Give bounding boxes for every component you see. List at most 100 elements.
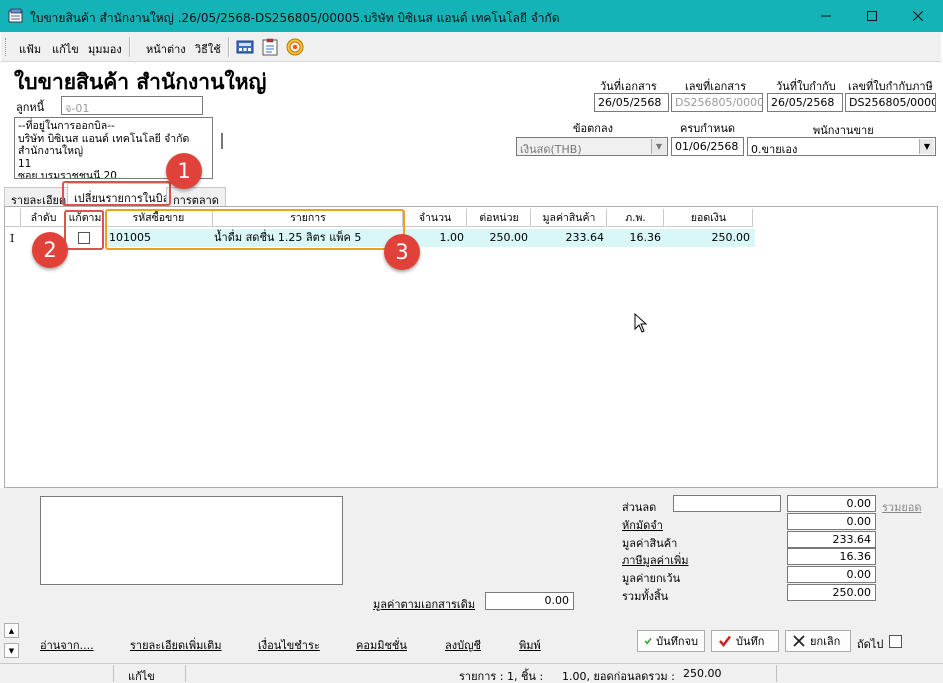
chevron-up-icon: ▲ — [8, 626, 15, 635]
total-label: รวมทั้งสิ้น — [622, 590, 669, 603]
text-cursor-icon: I — [10, 232, 15, 245]
check-icon — [644, 637, 652, 645]
callout-badge: 3 — [384, 234, 420, 270]
debtor-label: ลูกหนี้ — [16, 101, 45, 114]
total-value-field[interactable]: 250.00 — [787, 584, 876, 601]
address-scrollbar[interactable] — [221, 133, 223, 149]
minimize-icon — [821, 15, 831, 17]
status-bar: แก้ไข รายการ : 1, ชิ้น : 1.00, ยอดก่อนลด… — [0, 663, 943, 683]
terms-value: เงินสด(THB) — [520, 143, 582, 156]
scroll-down-button[interactable]: ▼ — [4, 643, 19, 658]
menu-edit[interactable]: แก้ไข — [52, 40, 79, 58]
maximize-button[interactable] — [849, 0, 895, 32]
tax-no-field[interactable]: DS256805/00005 — [845, 93, 936, 112]
deposit-label[interactable]: หักมัดจำ — [622, 516, 663, 534]
menu-window[interactable]: หน้าต่าง — [146, 40, 186, 58]
discount-value[interactable]: 0.00 — [787, 495, 876, 512]
tab-marketing[interactable]: การตลาด — [166, 187, 226, 207]
due-label: ครบกำหนด — [680, 122, 735, 135]
header-vat[interactable]: ภ.พ. — [608, 209, 664, 227]
note-box[interactable] — [40, 496, 343, 585]
cancel-button[interactable]: ยกเลิก — [785, 630, 851, 652]
minimize-button[interactable] — [803, 0, 849, 32]
cell-vat[interactable]: 16.36 — [608, 229, 664, 247]
cross-icon — [793, 635, 805, 647]
goods-value-field[interactable]: 233.64 — [787, 531, 876, 548]
menu-help[interactable]: วิธีใช้ — [195, 40, 221, 58]
discount-label: ส่วนลด — [622, 501, 657, 514]
discount-input[interactable] — [673, 495, 781, 512]
exempt-value-field[interactable]: 0.00 — [787, 566, 876, 583]
save-button[interactable]: บันทึก — [711, 630, 779, 652]
cell-total[interactable]: 250.00 — [665, 229, 753, 247]
header-total[interactable]: ยอดเงิน — [665, 209, 753, 227]
vat-value-field[interactable]: 16.36 — [787, 548, 876, 565]
target-icon[interactable] — [286, 38, 304, 56]
address-line: บริษัท บิซิเนส แอนด์ เทคโนโลยี จำกัด — [18, 132, 190, 145]
separator — [228, 37, 230, 57]
close-button[interactable] — [895, 0, 941, 32]
callout-badge: 2 — [32, 232, 68, 268]
chevron-down-icon[interactable]: ▼ — [651, 139, 666, 154]
cancel-label: ยกเลิก — [810, 635, 841, 648]
status-pieces: 1.00, ยอดก่อนลดรวม : — [562, 670, 675, 683]
cell-goods-value[interactable]: 233.64 — [532, 229, 607, 247]
terms-select[interactable]: เงินสด(THB) ▼ — [516, 137, 668, 156]
deposit-value[interactable]: 0.00 — [787, 513, 876, 530]
doc-date-field[interactable]: 26/05/2568 — [594, 93, 669, 112]
save-close-button[interactable]: บันทึกจบ — [637, 630, 705, 652]
status-divider — [776, 665, 777, 682]
post-link[interactable]: ลงบัญชี — [445, 636, 481, 654]
status-items: รายการ : 1, ชิ้น : — [459, 670, 544, 683]
terms-label: ข้อตกลง — [573, 122, 614, 135]
status-mode: แก้ไข — [128, 670, 155, 683]
calculator-icon[interactable] — [236, 38, 254, 56]
salesperson-select[interactable]: 0.ขายเอง ▼ — [747, 137, 936, 156]
separator — [129, 37, 131, 57]
more-detail-link[interactable]: รายละเอียดเพิ่มเติม — [130, 636, 222, 654]
chevron-down-icon[interactable]: ▼ — [919, 139, 934, 154]
cell-unit-price[interactable]: 250.00 — [468, 229, 531, 247]
goods-value-label: มูลค่าสินค้า — [622, 537, 678, 550]
callout-highlight-item — [105, 209, 405, 250]
maximize-icon — [867, 11, 877, 21]
menu-toolbar: แฟ้ม แก้ไข มุมมอง หน้าต่าง วิธีใช้ — [1, 32, 941, 62]
status-divider — [113, 665, 114, 682]
header-goods-value[interactable]: มูลค่าสินค้า — [532, 209, 607, 227]
header-seq[interactable]: ลำดับ — [22, 209, 66, 227]
doc-no-field[interactable]: DS256805/00005 — [671, 93, 763, 112]
row-indicator-header — [5, 209, 21, 227]
status-divider — [185, 665, 186, 682]
debtor-field[interactable]: จ-01 — [61, 96, 203, 115]
commission-link[interactable]: คอมมิชชั่น — [356, 636, 407, 654]
tax-date-field[interactable]: 26/05/2568 — [767, 93, 843, 112]
header-qty[interactable]: จำนวน — [404, 209, 467, 227]
callout-highlight-tab — [62, 181, 171, 206]
callout-highlight-checkbox — [64, 210, 104, 250]
page-title: ใบขายสินค้า สำนักงานใหญ่ — [14, 70, 267, 94]
save-close-label: บันทึกจบ — [656, 635, 698, 648]
header-unit-price[interactable]: ต่อหน่วย — [468, 209, 531, 227]
address-line: --ที่อยู่ในการออกบิล-- — [18, 120, 115, 132]
scroll-up-button[interactable]: ▲ — [4, 623, 19, 638]
check-icon — [719, 635, 731, 647]
next-checkbox[interactable] — [889, 635, 902, 648]
due-date-field[interactable]: 01/06/2568 — [671, 137, 744, 156]
next-label: ถัดไป — [857, 638, 884, 651]
callout-badge: 1 — [166, 153, 202, 189]
payment-terms-link[interactable]: เงื่อนไขชำระ — [258, 636, 320, 654]
save-label: บันทึก — [736, 635, 765, 648]
orig-value-label[interactable]: มูลค่าตามเอกสารเดิม — [373, 595, 475, 613]
menu-view[interactable]: มุมมอง — [88, 40, 122, 58]
menu-file[interactable]: แฟ้ม — [19, 40, 41, 58]
read-from-link[interactable]: อ่านจาก.... — [40, 636, 94, 654]
print-link[interactable]: พิมพ์ — [519, 636, 541, 654]
orig-value-field[interactable]: 0.00 — [485, 592, 574, 610]
sum-link[interactable]: รวมยอด — [882, 498, 922, 516]
vat-label[interactable]: ภาษีมูลค่าเพิ่ม — [622, 551, 688, 569]
close-icon — [913, 11, 923, 21]
title-bar: ใบขายสินค้า สำนักงานใหญ่ .26/05/2568-DS2… — [0, 0, 943, 32]
salesperson-value: 0.ขายเอง — [751, 143, 798, 156]
clipboard-icon[interactable] — [261, 38, 279, 56]
status-amount: 250.00 — [683, 667, 722, 680]
